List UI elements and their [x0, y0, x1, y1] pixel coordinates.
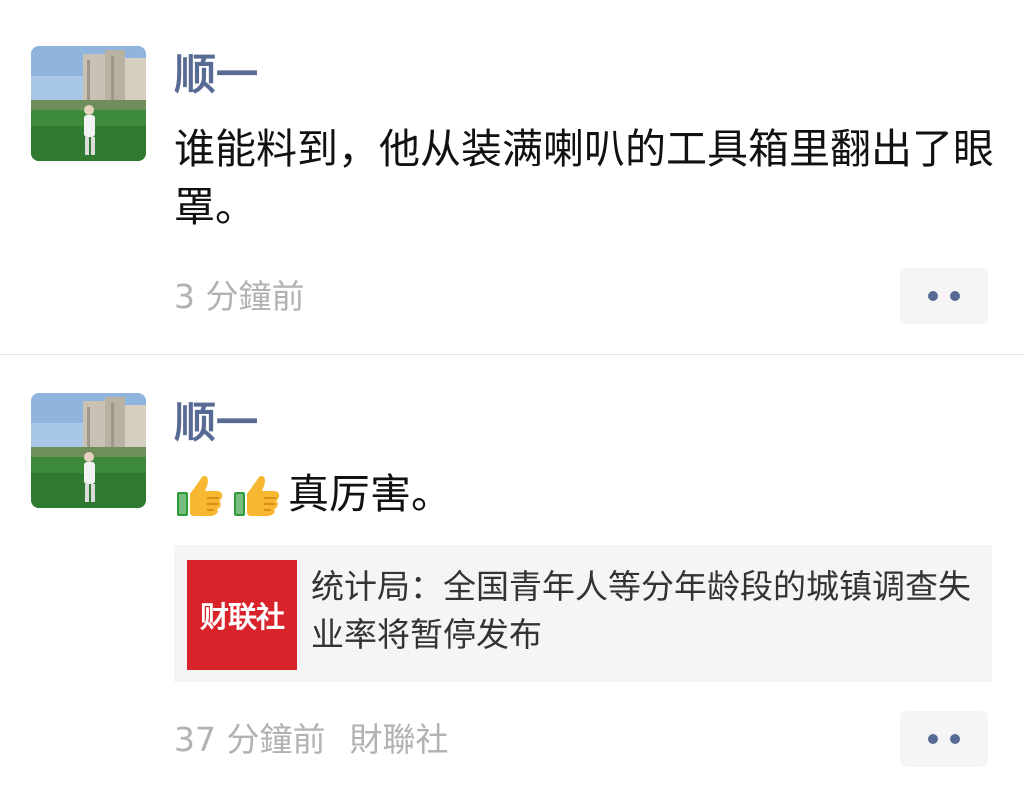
- timestamp: 3 分鐘前: [174, 277, 305, 316]
- post-meta: 37 分鐘前 財聯社: [174, 720, 448, 760]
- post-text: 真厉害。: [288, 470, 452, 518]
- post-text-row: 真厉害。: [174, 465, 994, 523]
- thumbs-up-icon: [174, 468, 226, 520]
- author-name[interactable]: 顺一: [174, 398, 258, 448]
- avatar[interactable]: [31, 46, 146, 161]
- avatar[interactable]: [31, 393, 146, 508]
- feed-post: 顺一 谁能料到，他从装满喇叭的工具箱里翻出了眼罩。 3 分鐘前: [0, 0, 1024, 354]
- link-thumbnail: 财联社: [187, 560, 297, 670]
- more-dots-icon: [928, 291, 938, 301]
- feed-post: 顺一 真厉害。 财联社 统计局：全国青年人等分年龄段的城镇调查失业率将暂停发布: [0, 355, 1024, 794]
- avatar-photo: [31, 46, 146, 161]
- more-button[interactable]: [900, 268, 988, 324]
- post-meta: 3 分鐘前: [174, 277, 305, 317]
- thumbs-up-icon: [231, 468, 283, 520]
- shared-link-card[interactable]: 财联社 统计局：全国青年人等分年龄段的城镇调查失业率将暂停发布: [174, 545, 992, 682]
- timestamp: 37 分鐘前: [174, 720, 326, 759]
- more-dots-icon: [950, 734, 960, 744]
- author-name[interactable]: 顺一: [174, 50, 258, 100]
- link-title: 统计局：全国青年人等分年龄段的城镇调查失业率将暂停发布: [311, 567, 971, 654]
- source-link[interactable]: 財聯社: [349, 720, 448, 759]
- avatar-photo: [31, 393, 146, 508]
- more-dots-icon: [950, 291, 960, 301]
- more-dots-icon: [928, 734, 938, 744]
- post-text: 谁能料到，他从装满喇叭的工具箱里翻出了眼罩。: [174, 125, 994, 231]
- cailianshe-logo: 财联社: [199, 600, 285, 634]
- more-button[interactable]: [900, 711, 988, 767]
